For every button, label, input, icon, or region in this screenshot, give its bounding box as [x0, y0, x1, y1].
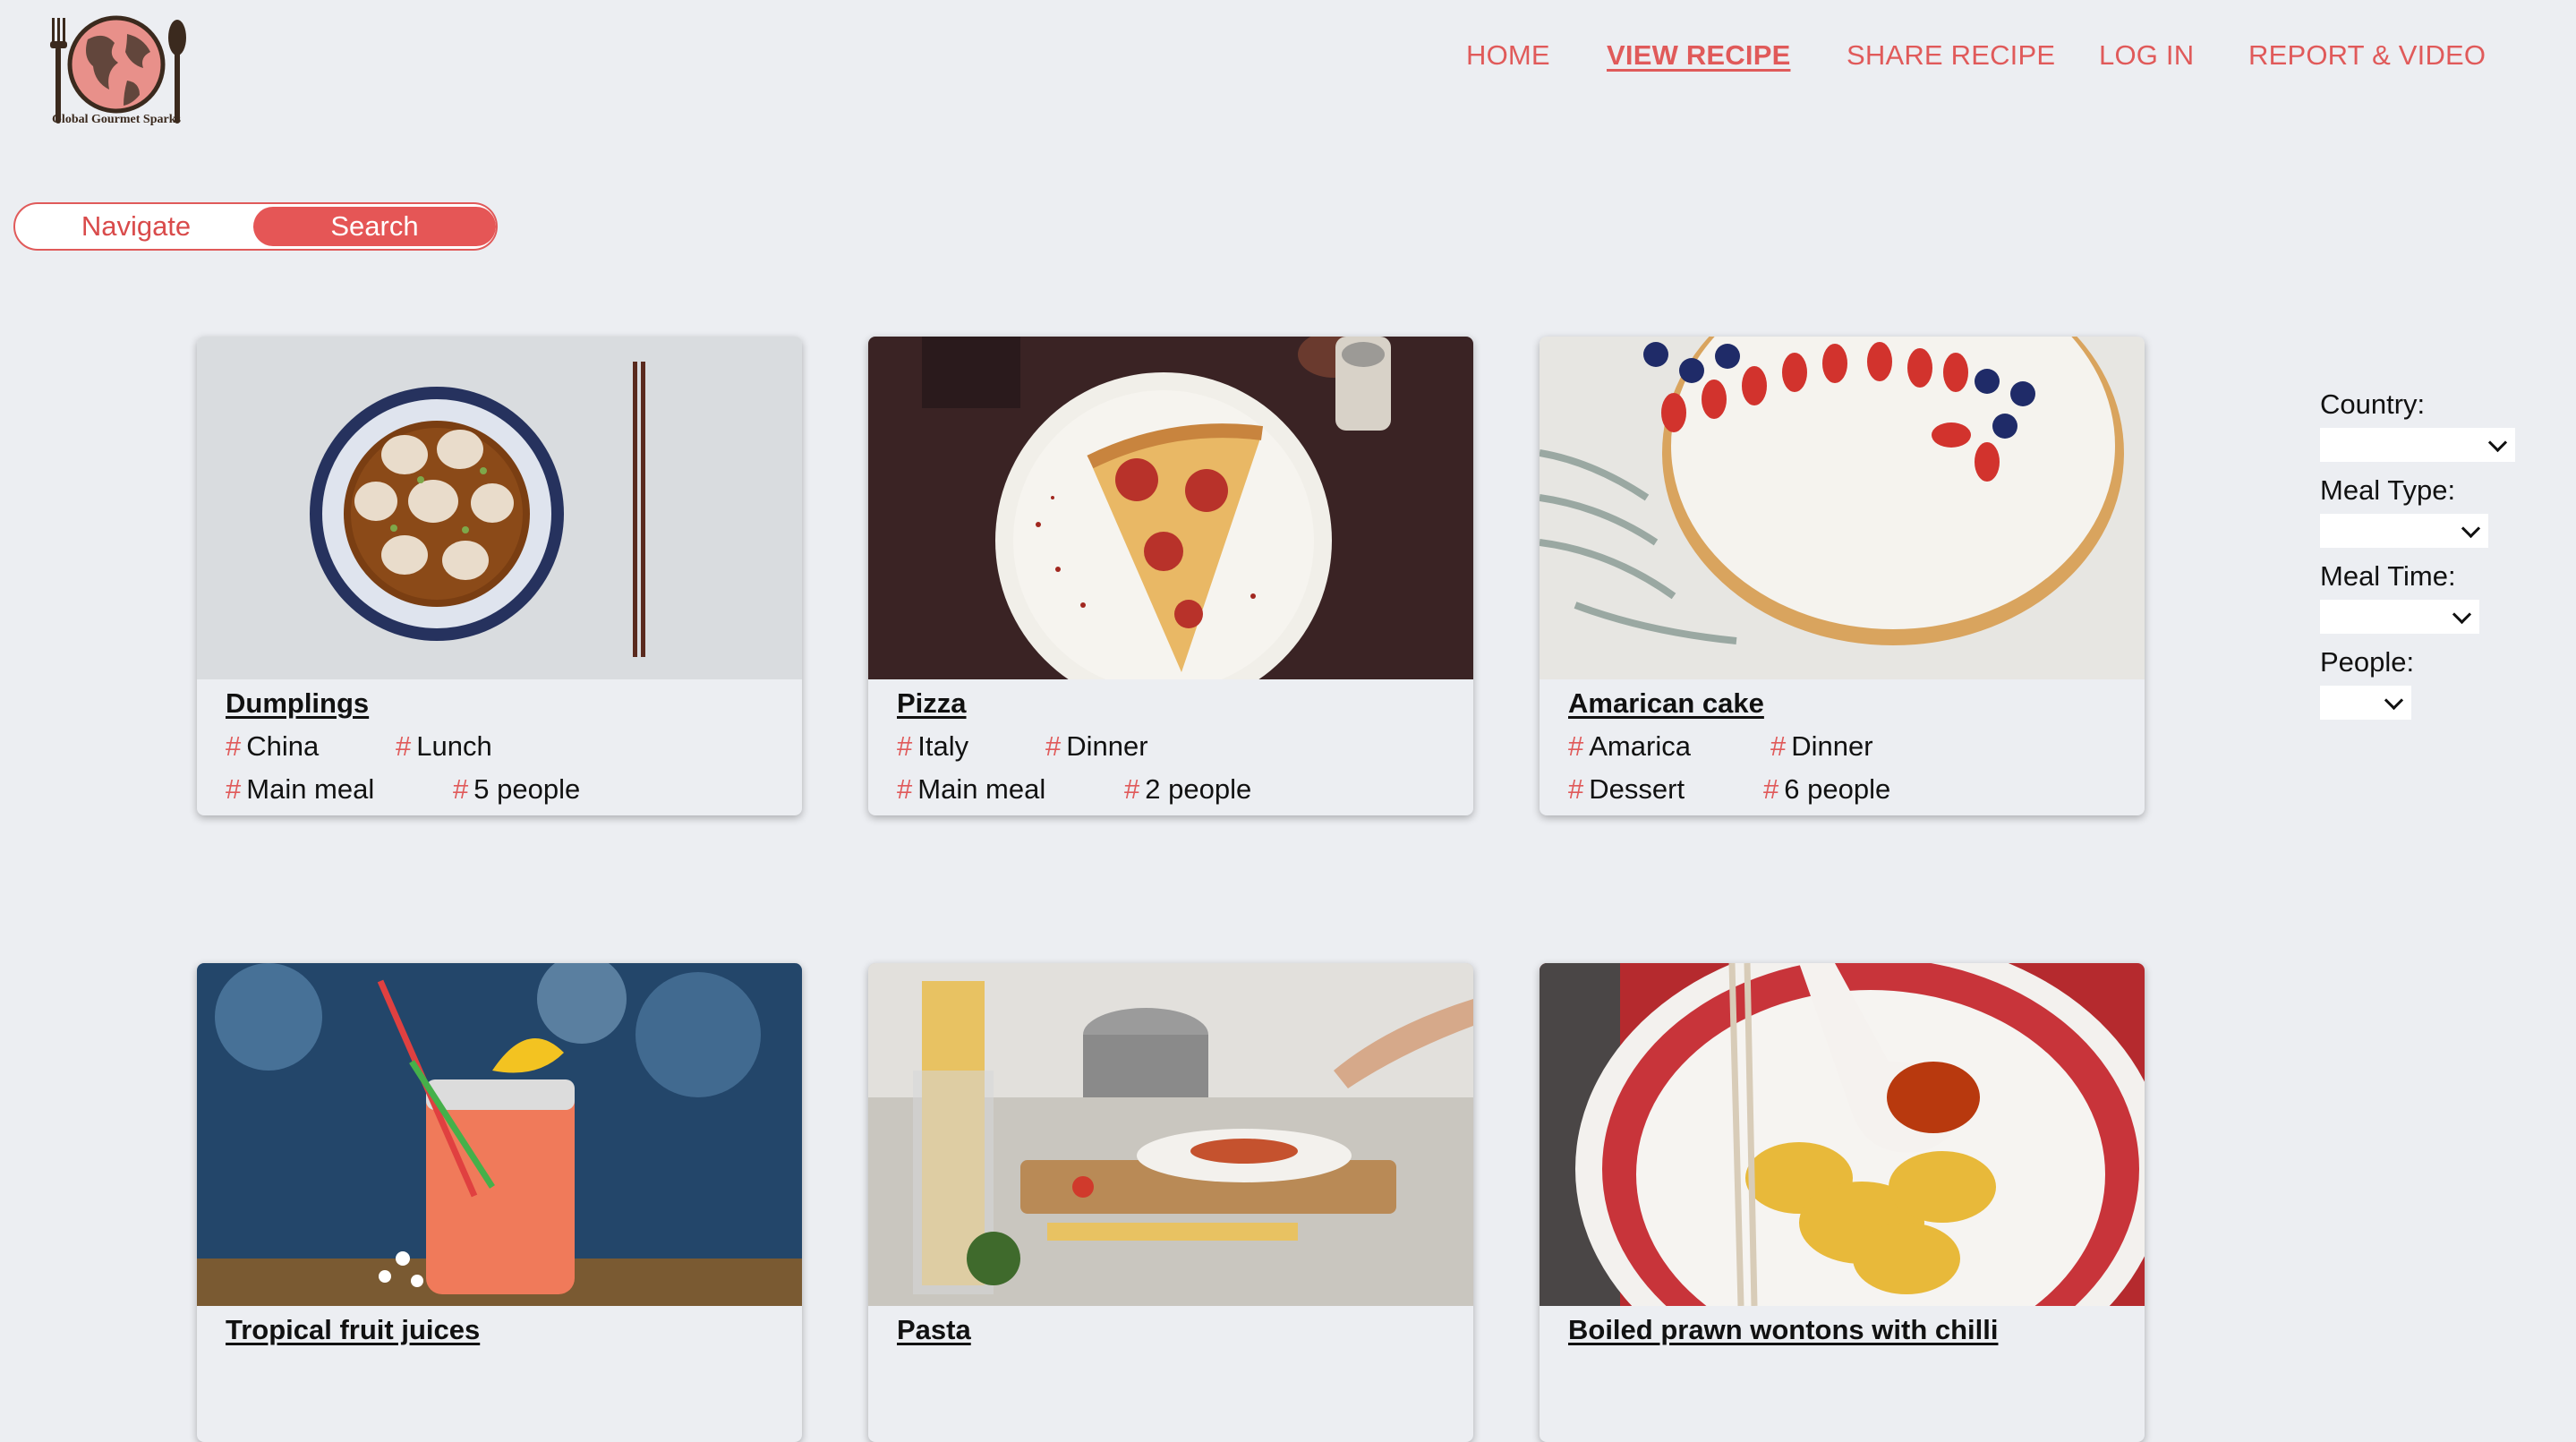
hash-icon: #: [1763, 773, 1779, 805]
recipe-title[interactable]: Amarican cake: [1568, 687, 1764, 720]
brand-name: Global Gourmet Sparks: [52, 113, 181, 126]
recipe-card-prawn-wontons[interactable]: Boiled prawn wontons with chilli: [1540, 963, 2145, 1442]
hash-icon: #: [1045, 730, 1062, 762]
country-label: Country:: [2320, 388, 2426, 420]
hash-icon: #: [1124, 773, 1140, 805]
meal-type-select[interactable]: [2320, 514, 2488, 548]
recipe-title[interactable]: Pasta: [897, 1314, 971, 1346]
meal-type-label: Meal Type:: [2320, 474, 2456, 506]
recipe-title[interactable]: Tropical fruit juices: [226, 1314, 480, 1346]
recipe-title[interactable]: Pizza: [897, 687, 967, 720]
tag-meal-type[interactable]: # Main meal: [897, 773, 1045, 806]
hash-icon: #: [1568, 773, 1584, 805]
tag-meal-time[interactable]: # Dinner: [1770, 730, 1873, 763]
recipe-card-pizza[interactable]: Pizza # Italy # Dinner # Main meal #2 peopl…: [868, 337, 1473, 815]
nav-view-recipe[interactable]: VIEW RECIPE: [1607, 39, 1790, 72]
tag-meal-time[interactable]: # Lunch: [396, 730, 492, 763]
recipe-card-pasta[interactable]: Pasta: [868, 963, 1473, 1442]
pasta-photo[interactable]: [868, 963, 1473, 1306]
tag-meal-type[interactable]: # Main meal: [226, 773, 374, 806]
nav-share-recipe[interactable]: SHARE RECIPE: [1847, 39, 2055, 72]
tag-people[interactable]: #5 people: [453, 773, 580, 806]
nav-home[interactable]: HOME: [1466, 39, 1550, 72]
meal-time-label: Meal Time:: [2320, 560, 2456, 592]
hash-icon: #: [897, 773, 913, 805]
mode-toggle: Navigate Search: [13, 202, 498, 251]
hash-icon: #: [396, 730, 412, 762]
tag-meal-time[interactable]: # Dinner: [1045, 730, 1148, 763]
dumplings-photo[interactable]: [197, 337, 802, 679]
chevron-down-icon: [2452, 604, 2472, 625]
hash-icon: #: [226, 730, 242, 762]
nav-report-video[interactable]: REPORT & VIDEO: [2248, 39, 2486, 72]
country-select[interactable]: [2320, 428, 2515, 462]
tag-country[interactable]: # China: [226, 730, 319, 763]
chevron-down-icon: [2384, 690, 2404, 711]
hash-icon: #: [453, 773, 469, 805]
juice-photo[interactable]: [197, 963, 802, 1306]
tag-country[interactable]: # Amarica: [1568, 730, 1691, 763]
chevron-down-icon: [2487, 432, 2508, 453]
people-label: People:: [2320, 646, 2415, 678]
hash-icon: #: [897, 730, 913, 762]
chevron-down-icon: [2461, 518, 2481, 539]
nav-log-in[interactable]: LOG IN: [2099, 39, 2194, 72]
recipe-title[interactable]: Dumplings: [226, 687, 369, 720]
top-nav: HOME VIEW RECIPE SHARE RECIPE LOG IN REP…: [0, 39, 2576, 75]
recipe-title[interactable]: Boiled prawn wontons with chilli: [1568, 1314, 1999, 1346]
tag-meal-type[interactable]: # Dessert: [1568, 773, 1685, 806]
recipe-card-dumplings[interactable]: Dumplings # China # Lunch # Main meal #5 pe…: [197, 337, 802, 815]
navigate-toggle-option[interactable]: Navigate: [15, 204, 257, 249]
cake-photo[interactable]: [1540, 337, 2145, 679]
tag-country[interactable]: # Italy: [897, 730, 968, 763]
tag-people[interactable]: #6 people: [1763, 773, 1890, 806]
hash-icon: #: [1770, 730, 1787, 762]
hash-icon: #: [1568, 730, 1584, 762]
hash-icon: #: [226, 773, 242, 805]
recipe-card-amarican-cake[interactable]: Amarican cake # Amarica # Dinner # Dessert …: [1540, 337, 2145, 815]
wontons-photo[interactable]: [1540, 963, 2145, 1306]
pizza-photo[interactable]: [868, 337, 1473, 679]
meal-time-select[interactable]: [2320, 600, 2479, 634]
people-select[interactable]: [2320, 686, 2411, 720]
recipe-card-tropical-fruit-juices[interactable]: Tropical fruit juices: [197, 963, 802, 1442]
tag-people[interactable]: #2 people: [1124, 773, 1251, 806]
search-toggle-option[interactable]: Search: [253, 207, 496, 246]
